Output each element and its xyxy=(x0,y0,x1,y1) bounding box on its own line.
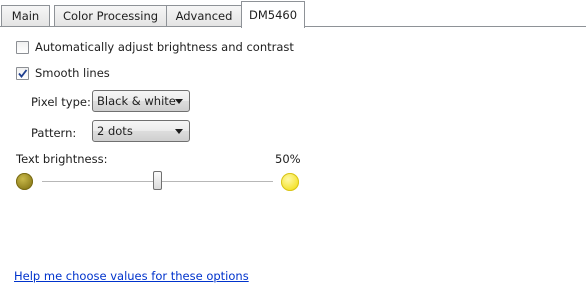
text-brightness-value: 50% xyxy=(275,152,301,166)
tab-main[interactable]: Main xyxy=(1,5,50,26)
light-brightness-icon xyxy=(281,173,299,191)
tab-dm5460[interactable]: DM5460 xyxy=(241,1,305,28)
tab-color-processing[interactable]: Color Processing xyxy=(54,5,167,26)
smooth-lines-option[interactable]: Smooth lines xyxy=(16,66,110,80)
pattern-label: Pattern: xyxy=(31,126,77,140)
auto-adjust-option[interactable]: Automatically adjust brightness and cont… xyxy=(16,40,294,54)
pattern-select[interactable]: 2 dots xyxy=(92,120,190,142)
auto-adjust-checkbox[interactable] xyxy=(16,40,29,54)
auto-adjust-label: Automatically adjust brightness and cont… xyxy=(35,40,294,54)
chevron-down-icon xyxy=(175,129,183,134)
tab-bar: Main Color Processing Advanced DM5460 xyxy=(0,0,586,28)
chevron-down-icon xyxy=(175,99,183,104)
pixel-type-select[interactable]: Black & white xyxy=(92,90,190,112)
pixel-type-value: Black & white xyxy=(97,94,176,108)
pattern-value: 2 dots xyxy=(97,124,133,138)
text-brightness-label: Text brightness: xyxy=(16,152,108,166)
tab-advanced[interactable]: Advanced xyxy=(166,5,242,26)
checkmark-icon xyxy=(18,68,28,78)
pixel-type-label: Pixel type: xyxy=(31,95,91,109)
help-link[interactable]: Help me choose values for these options xyxy=(14,269,249,283)
text-brightness-thumb[interactable] xyxy=(153,171,162,190)
dark-brightness-icon xyxy=(16,173,33,190)
smooth-lines-label: Smooth lines xyxy=(35,66,110,80)
smooth-lines-checkbox[interactable] xyxy=(16,66,29,80)
